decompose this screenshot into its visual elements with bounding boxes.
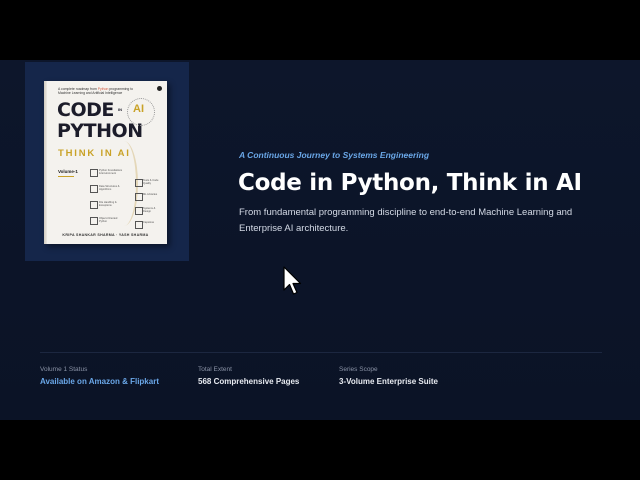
book-title-line1: CODE: [57, 99, 114, 121]
book-volume: Volume-1: [58, 169, 78, 174]
hero-description: From fundamental programming discipline …: [239, 207, 573, 234]
stat-series-scope: Series Scope 3-Volume Enterprise Suite: [339, 366, 438, 386]
cloud-icon: [135, 221, 143, 229]
braces-icon: [90, 201, 98, 209]
decorative-swirl: [110, 141, 138, 226]
layers-icon: [135, 193, 143, 201]
stat-label: Series Scope: [339, 366, 378, 373]
publisher-logo-icon: [157, 86, 162, 91]
book-title-line2: PYTHON: [57, 120, 143, 142]
book-icon-label: Object-Oriented Python: [99, 217, 118, 223]
book-icon-label: File Handling & Exceptions: [99, 201, 117, 207]
book-icon-label: ML Libraries: [143, 193, 158, 196]
book-authors: KRIPA SHANKAR SHARMA · YASH SHARMA: [62, 233, 149, 237]
book-ai-badge: AI: [133, 103, 144, 115]
stat-total-extent: Total Extent 568 Comprehensive Pages: [198, 366, 299, 386]
book-title-in: IN: [118, 107, 122, 112]
chart-icon: [90, 169, 98, 177]
stat-label: Total Extent: [198, 366, 232, 373]
code-icon: [90, 217, 98, 225]
stats-divider: [40, 352, 602, 353]
stat-value: 568 Comprehensive Pages: [198, 377, 300, 386]
book-icon-label: Systems & Design: [143, 207, 156, 213]
book-cover-image: A complete roadmap from Python programmi…: [44, 81, 167, 244]
network-icon: [135, 207, 143, 215]
stat-volume-status: Volume 1 Status Available on Amazon & Fl…: [40, 366, 159, 386]
book-icon-label: Data Structures & Algorithms: [99, 185, 120, 191]
book-icon-label: Tests & Code Quality: [143, 179, 159, 185]
stat-value: Available on Amazon & Flipkart: [40, 377, 159, 386]
stat-label: Volume 1 Status: [40, 366, 88, 373]
gear-icon: [135, 179, 143, 187]
grid-icon: [90, 185, 98, 193]
hero-kicker: A Continuous Journey to Systems Engineer…: [239, 150, 430, 160]
book-icon-label: Python Foundations & Environment: [99, 169, 123, 175]
book-volume-rule: [58, 176, 74, 177]
book-tagline: A complete roadmap from Python programmi…: [58, 87, 138, 95]
mouse-pointer-icon: [283, 266, 302, 295]
book-icon-label: Capstone: [143, 221, 155, 224]
hero-title: Code in Python, Think in AI: [238, 170, 582, 196]
book-spine: [44, 81, 47, 244]
stat-value: 3-Volume Enterprise Suite: [339, 377, 438, 386]
